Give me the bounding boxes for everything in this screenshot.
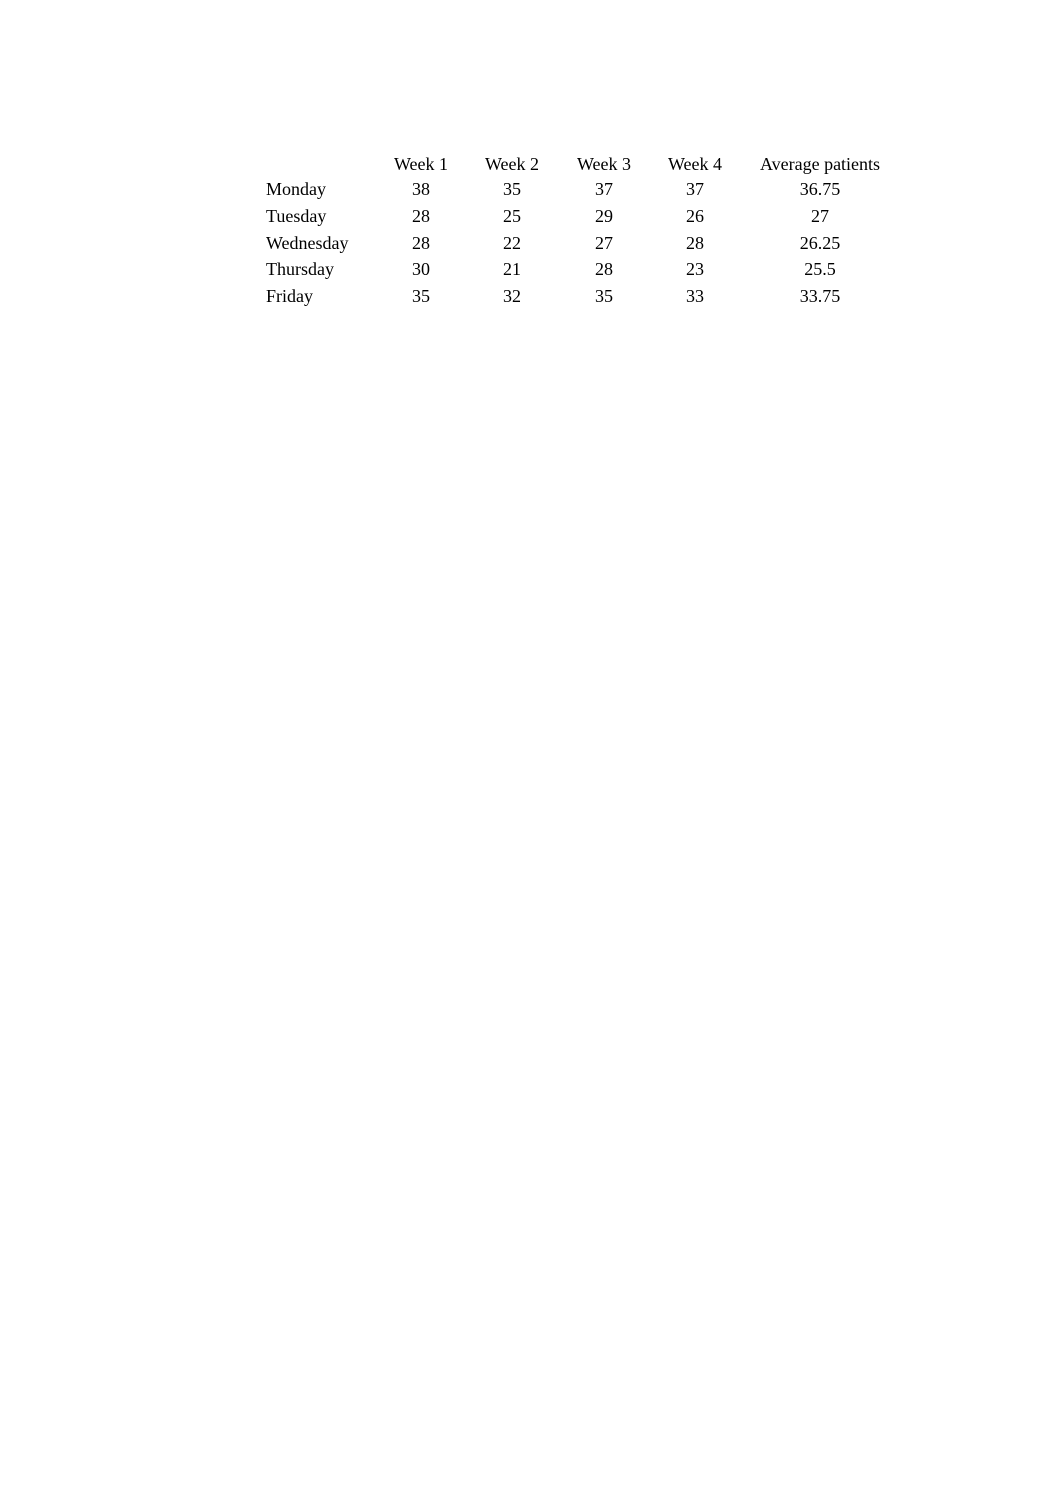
day-cell: Tuesday	[266, 205, 327, 226]
header-cell-average: Average patients	[759, 154, 881, 174]
day-cell: Friday	[266, 286, 313, 307]
week-3-cell: 27	[595, 232, 613, 253]
header-cell-week-4: Week 4	[667, 154, 723, 174]
week-4-cell: 23	[686, 259, 704, 280]
week-4-cell: 26	[686, 205, 704, 226]
week-4-cell: 37	[686, 179, 704, 199]
week-2-cell: 25	[503, 205, 521, 226]
week-1-cell: 28	[412, 205, 430, 226]
week-3-cell: 28	[595, 259, 613, 280]
week-2-cell: 32	[503, 286, 521, 307]
average-cell: 33.75	[799, 286, 841, 307]
day-cell: Wednesday	[266, 232, 349, 253]
header-cell-week-1: Week 1	[393, 154, 449, 174]
average-cell: 36.75	[799, 179, 841, 199]
week-1-cell: 35	[412, 286, 430, 307]
week-4-cell: 28	[686, 232, 704, 253]
week-4-cell: 33	[686, 286, 704, 307]
header-cell-week-2: Week 2	[484, 154, 540, 174]
week-2-cell: 35	[503, 179, 521, 199]
average-cell: 26.25	[799, 232, 841, 253]
average-cell: 25.5	[804, 259, 836, 280]
week-3-cell: 37	[595, 179, 613, 199]
week-2-cell: 22	[503, 232, 521, 253]
header-cell-week-3: Week 3	[576, 154, 632, 174]
week-2-cell: 21	[503, 259, 521, 280]
week-3-cell: 29	[595, 205, 613, 226]
day-cell: Thursday	[266, 259, 334, 280]
week-3-cell: 35	[595, 286, 613, 307]
day-cell: Monday	[266, 179, 326, 199]
week-1-cell: 28	[412, 232, 430, 253]
week-1-cell: 30	[412, 259, 430, 280]
week-1-cell: 38	[412, 179, 430, 199]
average-cell: 27	[811, 205, 829, 226]
